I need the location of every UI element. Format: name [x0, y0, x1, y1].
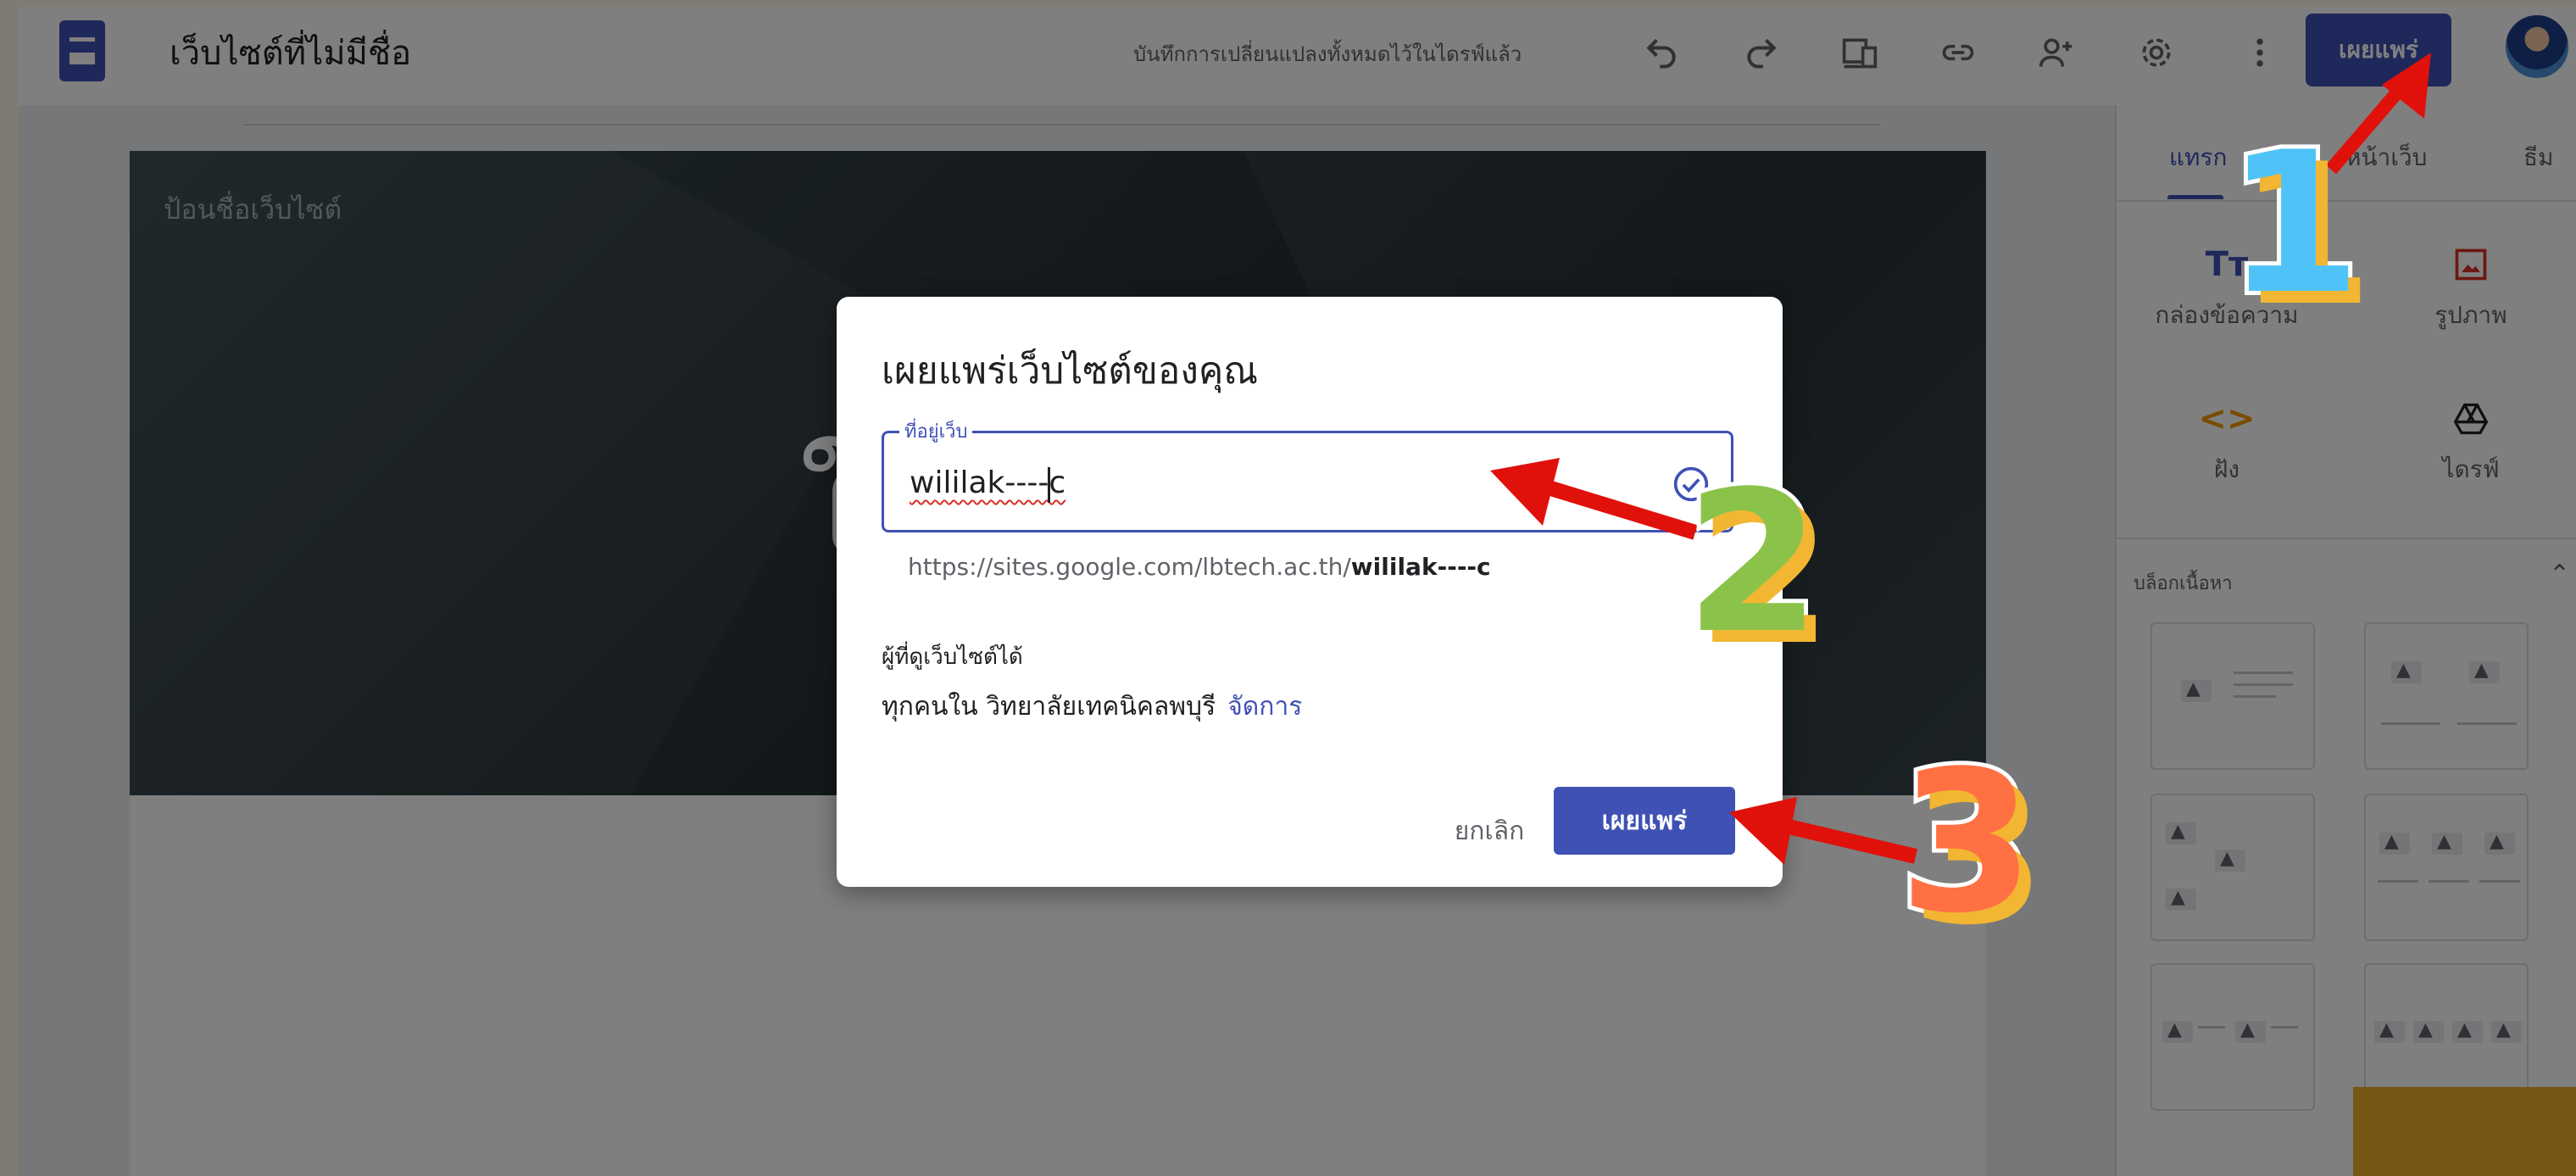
web-address-field[interactable]: ที่อยู่เว็บ wililak----c	[882, 416, 1733, 532]
publish-button[interactable]: เผยแพร่	[1554, 787, 1735, 855]
viewers-row: ทุกคนใน วิทยาลัยเทคนิคลพบุรี จัดการ	[882, 687, 1302, 727]
url-prefix: https://sites.google.com/lbtech.ac.th/	[908, 553, 1351, 581]
url-suffix: wililak----c	[1350, 553, 1491, 581]
cancel-button[interactable]: ยกเลิก	[1430, 797, 1549, 865]
viewers-value: ทุกคนใน วิทยาลัยเทคนิคลพบุรี	[882, 692, 1216, 722]
step-number-1: 1	[2222, 111, 2366, 337]
url-preview: https://sites.google.com/lbtech.ac.th/wi…	[908, 553, 1491, 581]
web-address-input[interactable]: wililak----c	[910, 465, 1065, 500]
step-number-2: 2	[1681, 450, 1825, 677]
dialog-title: เผยแพร่เว็บไซต์ของคุณ	[882, 349, 1259, 393]
step-number-3: 3	[1894, 730, 2039, 956]
publish-dialog: เผยแพร่เว็บไซต์ของคุณ ที่อยู่เว็บ wilila…	[837, 297, 1783, 887]
web-address-label: ที่อยู่เว็บ	[899, 416, 973, 446]
text-caret	[1048, 467, 1050, 503]
manage-link[interactable]: จัดการ	[1227, 692, 1302, 722]
viewers-label: ผู้ที่ดูเว็บไซต์ได้	[882, 644, 1023, 670]
